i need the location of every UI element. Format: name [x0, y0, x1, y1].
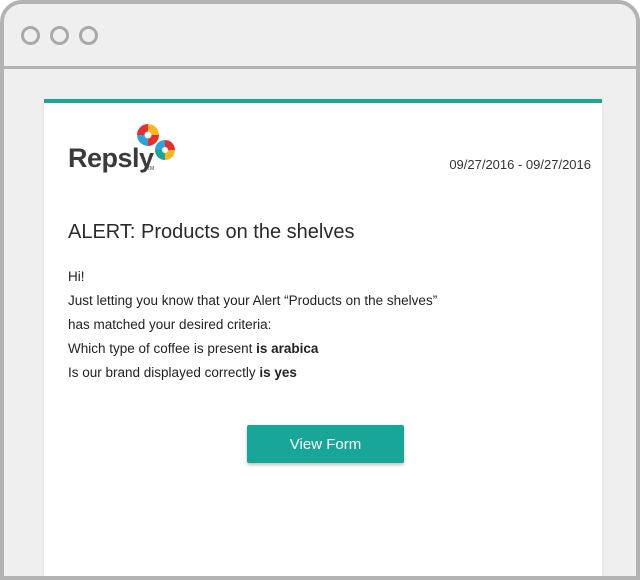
repsly-logo: Repsly TM [68, 121, 188, 177]
window-control-dot-icon[interactable] [21, 26, 40, 45]
criteria-item: Is our brand displayed correctly is yes [68, 361, 437, 385]
criteria-question: Which type of coffee is present [68, 341, 257, 356]
browser-window: Repsly TM 09/27/2016 - 09/27/2016 ALERT:… [0, 0, 640, 580]
email-body: Hi! Just letting you know that your Aler… [68, 265, 437, 385]
window-control-dot-icon[interactable] [79, 26, 98, 45]
alert-title: ALERT: Products on the shelves [68, 221, 355, 243]
window-titlebar [4, 4, 636, 69]
view-form-button[interactable]: View Form [247, 425, 404, 463]
body-line: has matched your desired criteria: [68, 317, 272, 332]
logo-mark-icon [137, 124, 175, 160]
criteria-item: Which type of coffee is present is arabi… [68, 337, 437, 361]
criteria-answer: is yes [259, 365, 297, 380]
body-line: Just letting you know that your Alert “P… [68, 293, 438, 308]
date-range: 09/27/2016 - 09/27/2016 [449, 157, 591, 172]
email-card: Repsly TM 09/27/2016 - 09/27/2016 ALERT:… [44, 99, 602, 576]
logo-trademark: TM [147, 166, 155, 172]
greeting: Hi! [68, 269, 85, 284]
criteria-question: Is our brand displayed correctly [68, 365, 260, 380]
criteria-answer: is arabica [256, 341, 319, 356]
window-control-dot-icon[interactable] [50, 26, 69, 45]
